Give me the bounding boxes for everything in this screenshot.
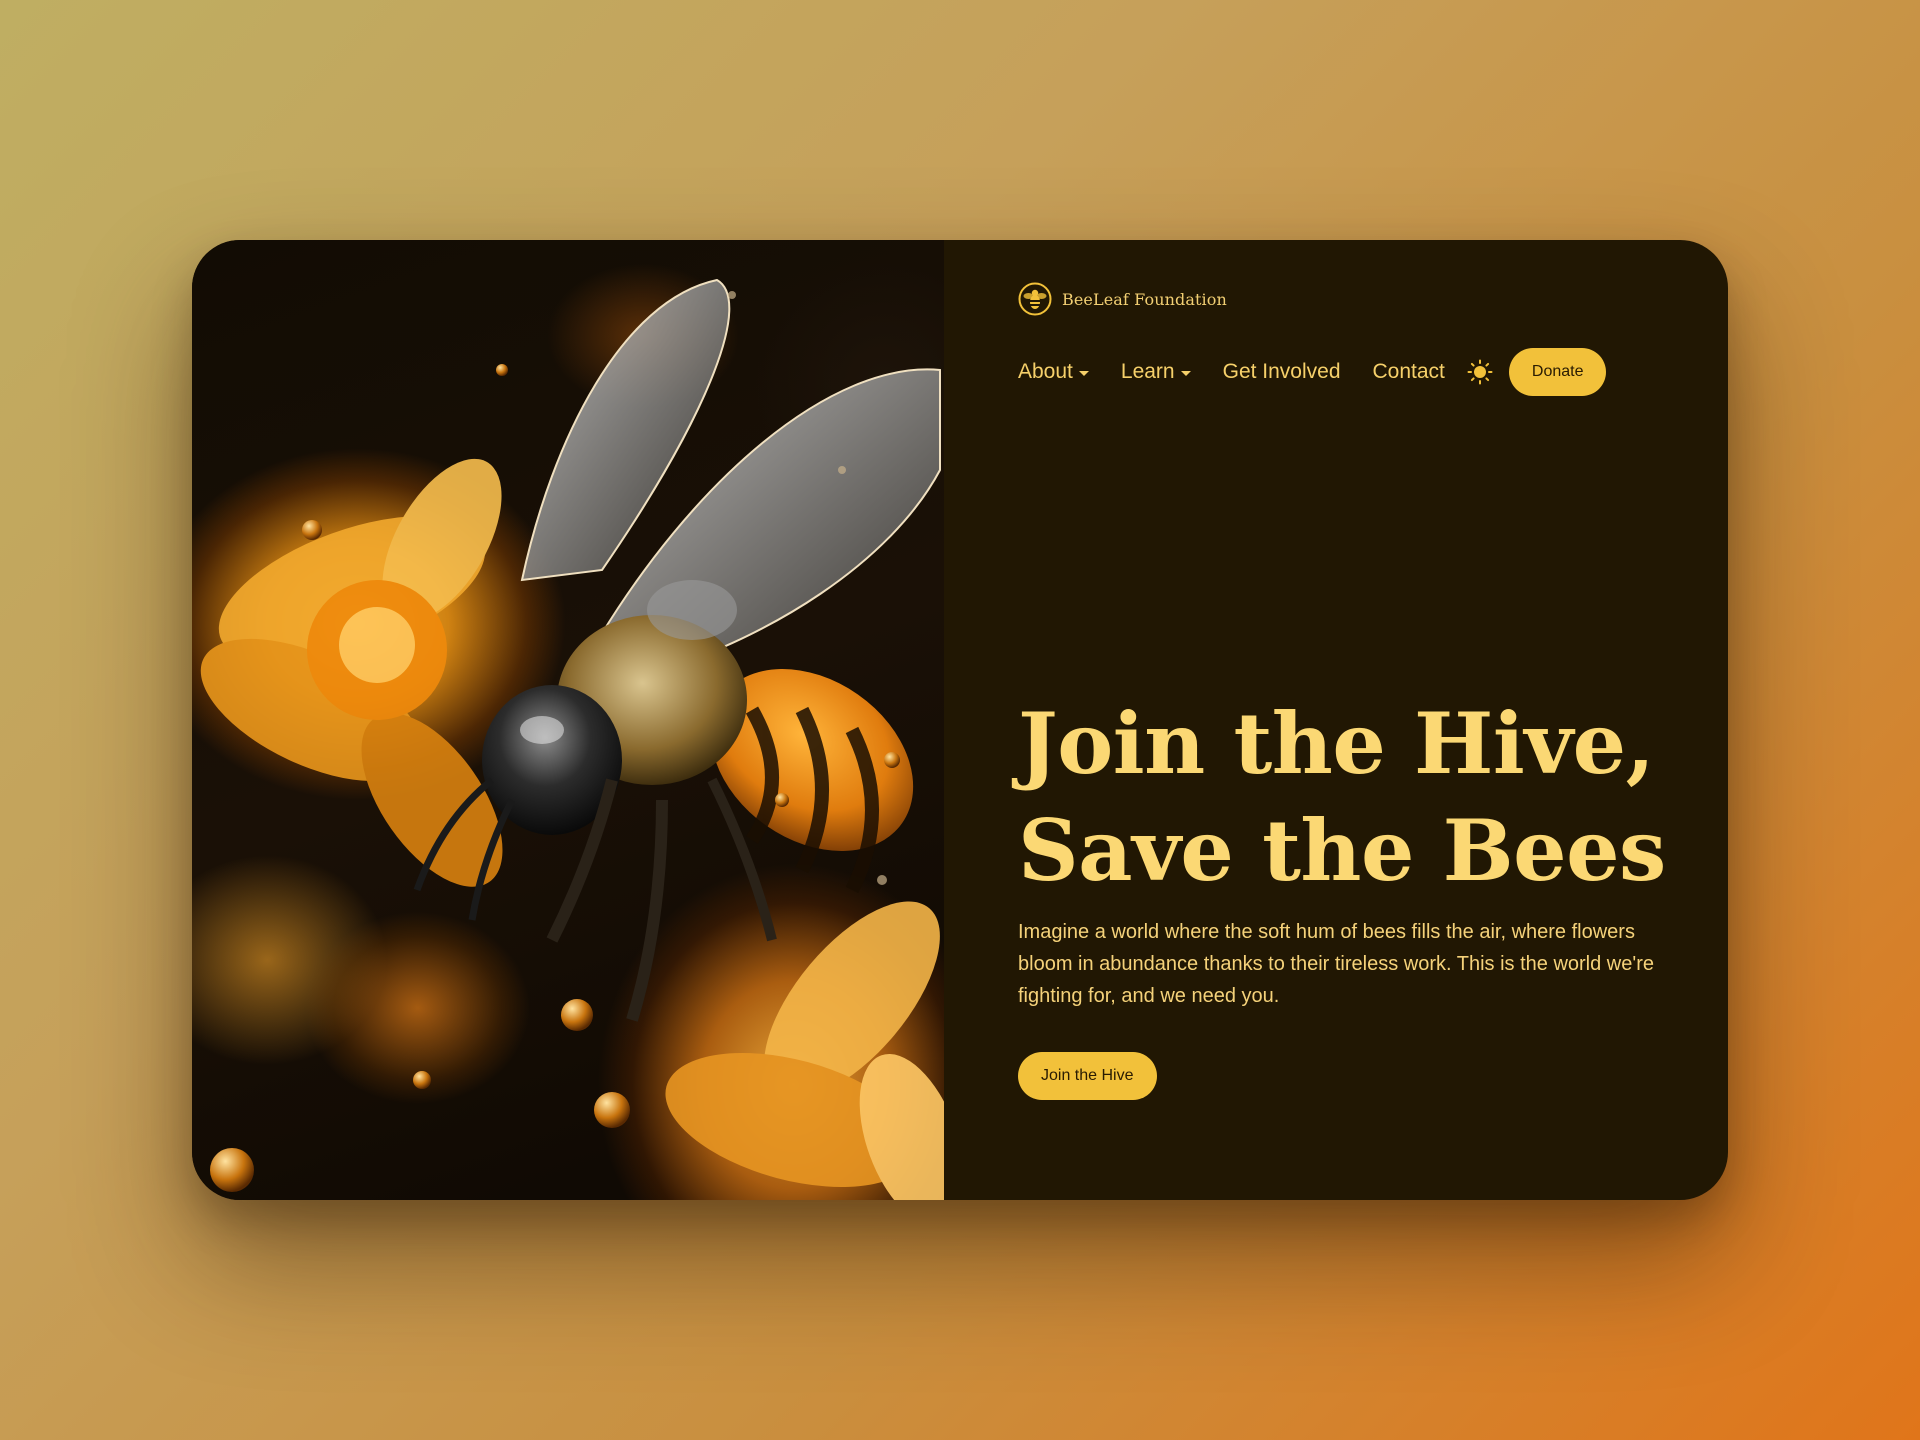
brand-name: BeeLeaf Foundation bbox=[1062, 289, 1227, 309]
chevron-down-icon bbox=[1078, 370, 1089, 376]
nav-item-contact[interactable]: Contact bbox=[1373, 360, 1445, 384]
hero-bee-image bbox=[192, 240, 944, 1200]
nav-item-about[interactable]: About bbox=[1018, 360, 1089, 384]
nav-item-label: Learn bbox=[1120, 360, 1175, 383]
bee-illustration bbox=[200, 278, 944, 1200]
nav-item-learn[interactable]: Learn bbox=[1121, 360, 1191, 384]
sun-icon[interactable] bbox=[1467, 359, 1493, 385]
chevron-down-icon bbox=[1180, 370, 1191, 376]
hero-content-panel: BeeLeaf Foundation About Learn Get Invol… bbox=[944, 240, 1728, 1200]
donate-button[interactable]: Donate bbox=[1508, 348, 1607, 396]
hero-headline: Join the Hive, Save the Bees bbox=[1018, 690, 1666, 904]
hero-description: Imagine a world where the soft hum of be… bbox=[1018, 921, 1654, 1007]
hero-headline-line-1: Join the Hive, bbox=[1018, 694, 1655, 793]
join-the-hive-button[interactable]: Join the Hive bbox=[1018, 1052, 1157, 1100]
nav-item-label: Get Involved bbox=[1222, 360, 1341, 383]
nav-item-label: Contact bbox=[1372, 360, 1445, 383]
hero-headline-line-2: Save the Bees bbox=[1018, 801, 1666, 900]
brand[interactable]: BeeLeaf Foundation bbox=[1018, 282, 1227, 316]
main-nav: About Learn Get Involved Contact Donate bbox=[1018, 348, 1607, 396]
hero-card: BeeLeaf Foundation About Learn Get Invol… bbox=[192, 240, 1728, 1200]
nav-item-label: About bbox=[1018, 360, 1073, 383]
bee-emblem-icon bbox=[1018, 282, 1052, 316]
nav-item-get-involved[interactable]: Get Involved bbox=[1223, 360, 1341, 384]
